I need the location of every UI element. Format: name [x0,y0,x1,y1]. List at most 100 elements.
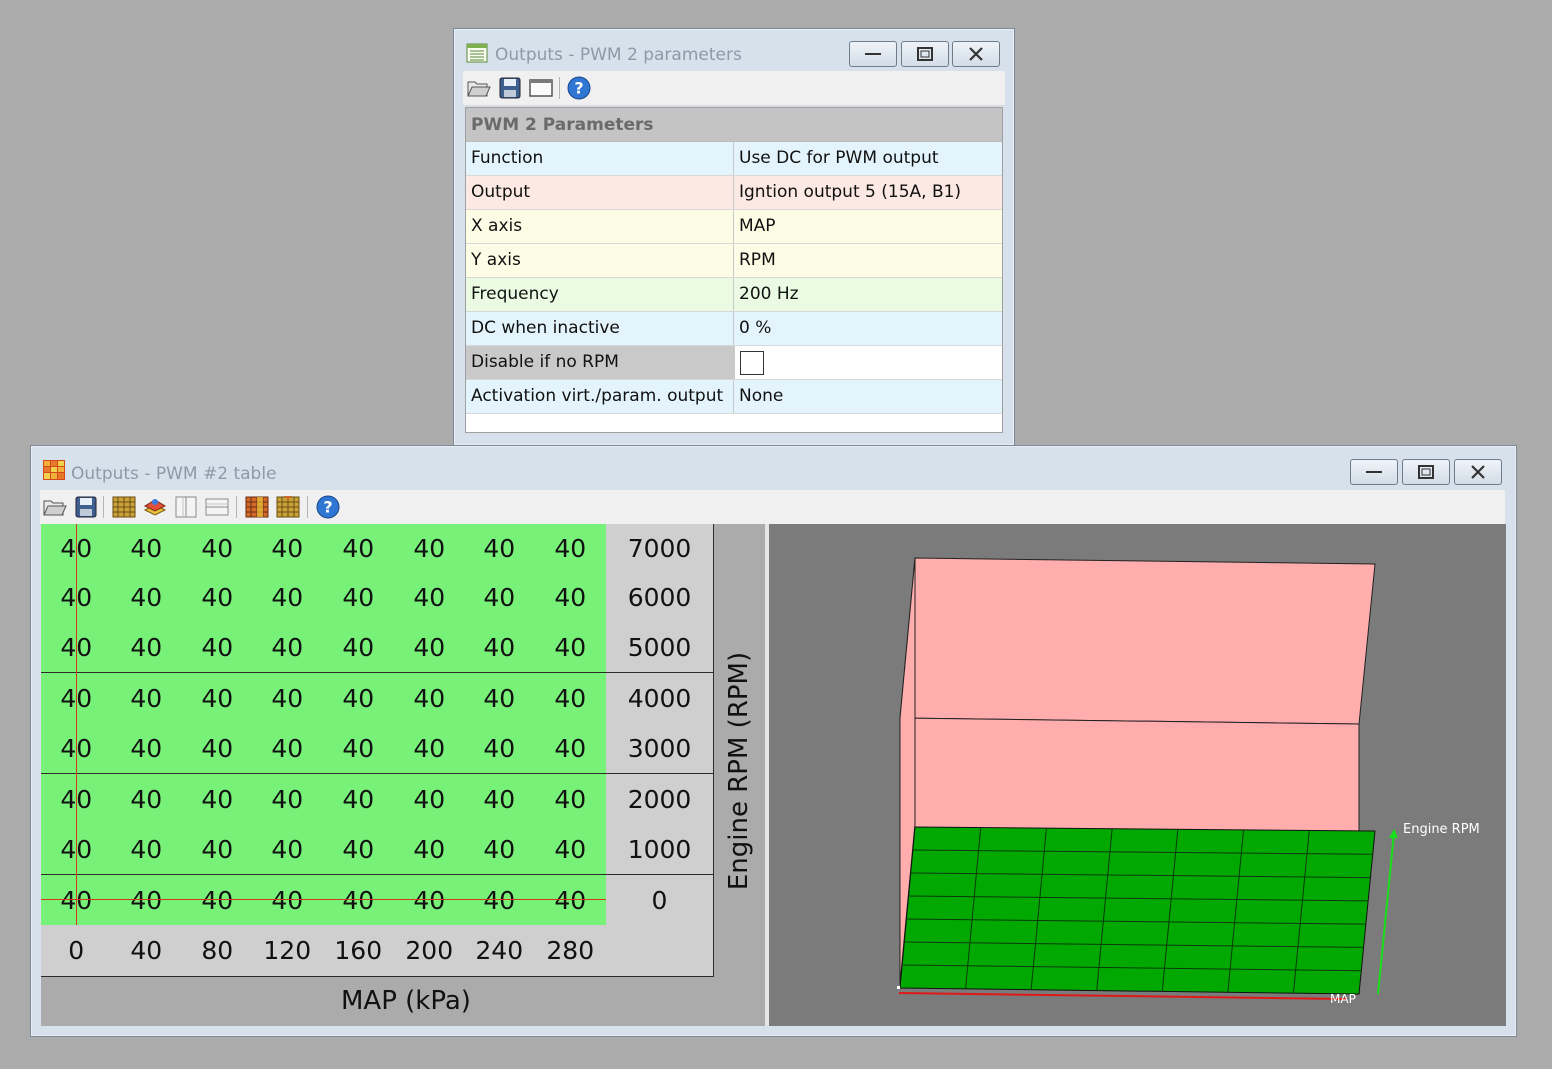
table-cell[interactable]: 40 [464,774,536,826]
x-axis-value[interactable]: 160 [323,925,395,977]
panel-splitter[interactable] [765,524,769,1026]
table-cell[interactable]: 40 [182,723,254,775]
table-cell[interactable]: 40 [323,774,395,826]
param-row[interactable]: Disable if no RPM [466,346,1002,380]
table-cell[interactable]: 40 [535,723,607,775]
table-cell[interactable]: 40 [323,875,395,927]
param-row[interactable]: Output Igntion output 5 (15A, B1) [466,176,1002,210]
table-cell[interactable]: 40 [111,824,183,876]
close-button[interactable] [952,41,1000,67]
open-button[interactable] [42,494,68,520]
table-cell[interactable]: 40 [182,774,254,826]
y-axis-value[interactable]: 7000 [606,524,714,573]
save-button[interactable] [73,494,99,520]
param-row[interactable]: Activation virt./param. output None [466,380,1002,414]
table-cell[interactable]: 40 [252,723,324,775]
param-row[interactable]: Y axis RPM [466,244,1002,278]
table-cell[interactable]: 40 [323,673,395,725]
table-cell[interactable]: 40 [323,824,395,876]
y-axis-value[interactable]: 5000 [606,622,714,674]
table-cell[interactable]: 40 [535,673,607,725]
y-axis-value[interactable]: 2000 [606,774,714,826]
grid-view-button[interactable] [111,494,137,520]
param-value[interactable]: Igntion output 5 (15A, B1) [735,176,1002,209]
disable-if-no-rpm-checkbox[interactable] [740,351,764,375]
window-button[interactable] [528,75,554,101]
3d-view[interactable]: MAP Engine RPM [769,524,1506,1026]
column-tool-button[interactable] [244,494,270,520]
table-cell[interactable]: 40 [252,774,324,826]
table-cell[interactable]: 40 [535,524,607,573]
table-cell[interactable]: 40 [535,875,607,927]
param-value[interactable]: 0 % [735,312,1002,345]
minimize-button[interactable] [1350,459,1398,485]
table-cell[interactable]: 40 [323,723,395,775]
table-cell[interactable]: 40 [394,572,466,624]
table-cell[interactable]: 40 [464,524,536,573]
table-cell[interactable]: 40 [111,774,183,826]
table-cell[interactable]: 40 [394,622,466,674]
table-cell[interactable]: 40 [182,875,254,927]
x-axis-value[interactable]: 240 [464,925,536,977]
table-cell[interactable]: 40 [252,673,324,725]
table-cell[interactable]: 40 [252,572,324,624]
y-axis-value[interactable]: 4000 [606,673,714,725]
table-cell[interactable]: 40 [464,875,536,927]
help-button[interactable]: ? [566,75,592,101]
x-axis-value[interactable]: 120 [252,925,324,977]
save-button[interactable] [497,75,523,101]
x-axis-value[interactable]: 40 [111,925,183,977]
table-cell[interactable]: 40 [464,673,536,725]
table-cell[interactable]: 40 [535,572,607,624]
table-cell[interactable]: 40 [182,622,254,674]
table-cell[interactable]: 40 [394,824,466,876]
table-cell[interactable]: 40 [252,622,324,674]
param-value[interactable]: Use DC for PWM output [735,142,1002,175]
table-cell[interactable]: 40 [111,524,183,573]
minimize-button[interactable] [849,41,897,67]
param-row[interactable]: X axis MAP [466,210,1002,244]
split-horizontal-button[interactable] [204,494,230,520]
table-cell[interactable]: 40 [464,622,536,674]
y-axis-value[interactable]: 3000 [606,723,714,775]
y-axis-value[interactable]: 1000 [606,824,714,876]
table-titlebar[interactable]: Outputs - PWM #2 table [31,446,1516,486]
table-cell[interactable]: 40 [464,572,536,624]
param-row[interactable]: Frequency 200 Hz [466,278,1002,312]
table-cell[interactable]: 40 [394,875,466,927]
split-vertical-button[interactable] [173,494,199,520]
table-cell[interactable]: 40 [111,622,183,674]
table-cell[interactable]: 40 [394,673,466,725]
x-axis-value[interactable]: 0 [41,925,113,977]
table-cell[interactable]: 40 [394,774,466,826]
param-value[interactable]: RPM [735,244,1002,277]
open-button[interactable] [466,75,492,101]
table-cell[interactable]: 40 [464,723,536,775]
maximize-button[interactable] [1402,459,1450,485]
x-axis-value[interactable]: 200 [394,925,466,977]
table-cell[interactable]: 40 [252,824,324,876]
table-cell[interactable]: 40 [394,723,466,775]
table-cell[interactable]: 40 [535,622,607,674]
params-titlebar[interactable]: Outputs - PWM 2 parameters [454,29,1014,69]
maximize-button[interactable] [901,41,949,67]
param-value[interactable]: 200 Hz [735,278,1002,311]
x-axis-value[interactable]: 280 [535,925,607,977]
table-cell[interactable]: 40 [535,824,607,876]
table-cell[interactable]: 40 [111,723,183,775]
param-row[interactable]: DC when inactive 0 % [466,312,1002,346]
help-button[interactable]: ? [315,494,341,520]
table-cell[interactable]: 40 [323,524,395,573]
table-cell[interactable]: 40 [182,824,254,876]
param-value[interactable]: None [735,380,1002,413]
table-cell[interactable]: 40 [111,572,183,624]
table-cell[interactable]: 40 [252,524,324,573]
table-cell[interactable]: 40 [323,572,395,624]
table-cell[interactable]: 40 [252,875,324,927]
table-cell[interactable]: 40 [182,524,254,573]
table-cell[interactable]: 40 [182,572,254,624]
param-value[interactable]: MAP [735,210,1002,243]
table-cell[interactable]: 40 [323,622,395,674]
table-cell[interactable]: 40 [111,673,183,725]
param-row[interactable]: Function Use DC for PWM output [466,142,1002,176]
